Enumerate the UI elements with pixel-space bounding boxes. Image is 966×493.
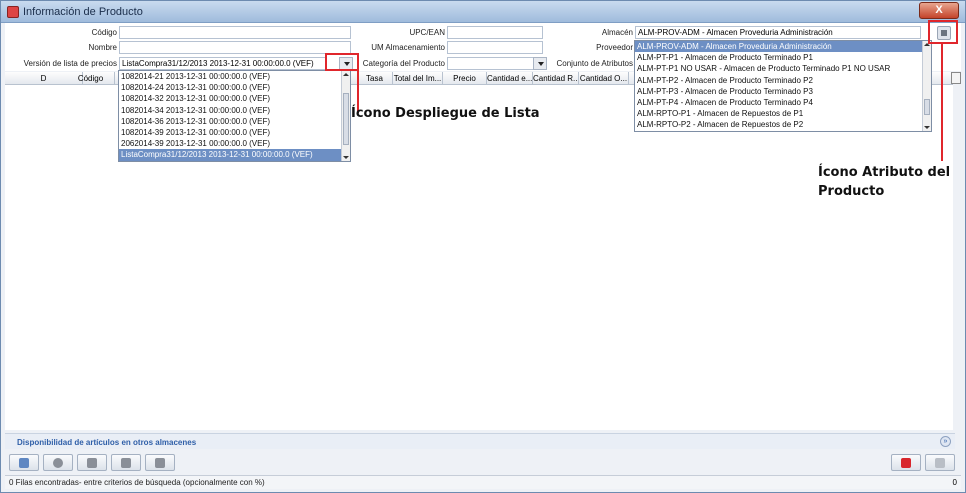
list-option[interactable]: 2062014-39 2013-12-31 00:00:00.0 (VEF) (119, 138, 350, 149)
status-text: 0 Filas encontradas- entre criterios de … (9, 478, 265, 487)
list-option[interactable]: ALM-RPTO-P2 - Almacen de Repuestos de P2 (635, 119, 931, 130)
cancel-button[interactable] (891, 454, 921, 471)
print-button[interactable] (111, 454, 141, 471)
codigo-label: Código (91, 28, 117, 37)
dropdown-highlight-box (325, 53, 359, 71)
version-select[interactable]: ListaCompra31/12/2013 2013-12-31 00:00:0… (119, 57, 327, 70)
col-cantidad-r[interactable]: Cantidad R... (533, 72, 579, 85)
col-total[interactable]: Total del Im... (393, 72, 443, 85)
title-bar: Información de Producto X (1, 1, 965, 23)
um-field[interactable] (447, 41, 543, 54)
um-label: UM Almacenamiento (371, 43, 445, 52)
status-bar: 0 Filas encontradas- entre criterios de … (5, 475, 961, 489)
almacen-select[interactable]: ALM-PROV-ADM - Almacen Proveduria Admini… (635, 26, 921, 39)
ok-icon (935, 458, 945, 468)
upc-label: UPC/EAN (409, 28, 445, 37)
scroll-down-icon[interactable] (343, 156, 349, 159)
attribute-annotation-line2: Producto (818, 184, 885, 199)
availability-bar[interactable]: Disponibilidad de artículos en otros alm… (5, 433, 955, 449)
nombre-label: Nombre (88, 43, 117, 52)
availability-label: Disponibilidad de artículos en otros alm… (17, 438, 197, 447)
scroll-up-icon[interactable] (343, 73, 349, 76)
list-option[interactable]: ALM-PT-P4 - Almacen de Producto Terminad… (635, 97, 931, 108)
codigo-field[interactable] (119, 26, 351, 39)
history-button[interactable] (43, 454, 73, 471)
dropdown-annotation: Ícono Despliegue de Lista (351, 106, 540, 121)
refresh-icon (19, 458, 29, 468)
grid-settings-icon[interactable] (951, 72, 961, 84)
upc-field[interactable] (447, 26, 543, 39)
col-cantidad-o[interactable]: Cantidad O... (579, 72, 629, 85)
col-tasa[interactable]: Tasa (357, 72, 393, 85)
app-icon (7, 6, 19, 18)
list-option[interactable]: ALM-PT-P3 - Almacen de Producto Terminad… (635, 86, 931, 97)
window-title: Información de Producto (23, 6, 143, 18)
col-codigo[interactable]: Código (67, 72, 115, 85)
list-option[interactable]: 1082014-36 2013-12-31 00:00:00.0 (VEF) (119, 116, 350, 127)
close-button[interactable]: X (919, 2, 959, 19)
version-list[interactable]: 1082014-21 2013-12-31 00:00:00.0 (VEF) 10… (118, 70, 351, 162)
almacen-list-scrollbar[interactable] (922, 41, 931, 131)
zoom-button[interactable] (77, 454, 107, 471)
attribute-callout-line (941, 43, 943, 161)
version-list-scrollbar[interactable] (341, 71, 350, 161)
categoria-select[interactable] (447, 57, 535, 70)
almacen-list[interactable]: ALM-PROV-ADM - Almacen Proveduria Admini… (634, 40, 932, 132)
list-option[interactable]: 1082014-24 2013-12-31 00:00:00.0 (VEF) (119, 82, 350, 93)
attribute-highlight-box (928, 20, 958, 44)
list-option[interactable]: ALM-PT-P1 NO USAR - Almacen de Producto … (635, 63, 931, 74)
list-option[interactable]: ListaCompra31/12/2013 2013-12-31 00:00:0… (119, 149, 350, 161)
print-icon (121, 458, 131, 468)
expand-icon[interactable]: » (940, 436, 951, 447)
history-icon (53, 458, 63, 468)
col-cantidad-e[interactable]: Cantidad e... (487, 72, 533, 85)
scroll-down-icon[interactable] (924, 126, 930, 129)
col-precio[interactable]: Precio (443, 72, 487, 85)
categoria-label: Categoría del Producto (362, 59, 445, 68)
conjunto-label: Conjunto de Atributos (556, 59, 634, 68)
list-option[interactable]: 1082014-34 2013-12-31 00:00:00.0 (VEF) (119, 105, 350, 116)
cancel-icon (901, 458, 911, 468)
zoom-icon (87, 458, 97, 468)
ok-button[interactable] (925, 454, 955, 471)
status-count: 0 (952, 478, 957, 487)
list-option[interactable]: ALM-PT-P1 - Almacen de Producto Terminad… (635, 52, 931, 63)
nombre-field[interactable] (119, 41, 351, 54)
attribute-button[interactable] (145, 454, 175, 471)
bottom-toolbar (5, 453, 961, 473)
attribute-annotation-line1: Ícono Atributo del (818, 165, 951, 180)
scroll-thumb[interactable] (924, 99, 930, 115)
attribute-icon (155, 458, 165, 468)
list-option[interactable]: ALM-PT-P2 - Almacen de Producto Terminad… (635, 75, 931, 86)
scroll-thumb[interactable] (343, 93, 349, 145)
proveedor-label: Proveedor (596, 43, 633, 52)
refresh-button[interactable] (9, 454, 39, 471)
list-option[interactable]: ALM-RPTO-P1 - Almacen de Repuestos de P1 (635, 108, 931, 119)
list-option[interactable]: 1082014-39 2013-12-31 00:00:00.0 (VEF) (119, 127, 350, 138)
list-option[interactable]: ALM-PROV-ADM - Almacen Proveduria Admini… (635, 41, 931, 53)
version-label: Versión de lista de precios (23, 59, 117, 68)
list-option[interactable]: 1082014-21 2013-12-31 00:00:00.0 (VEF) (119, 71, 350, 82)
product-info-window: Información de Producto X Código Nombre … (0, 0, 966, 493)
almacen-label: Almacén (601, 28, 633, 37)
list-option[interactable]: 1082014-32 2013-12-31 00:00:00.0 (VEF) (119, 93, 350, 104)
